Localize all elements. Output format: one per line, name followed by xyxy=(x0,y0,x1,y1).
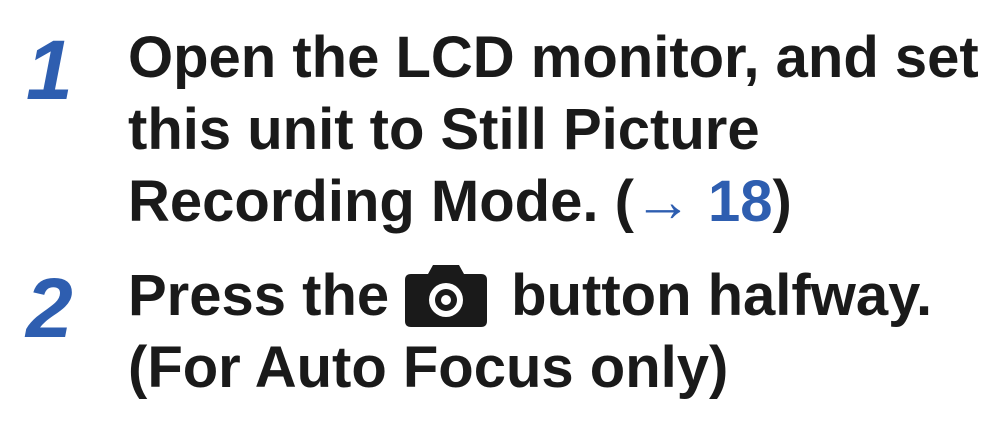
instruction-text: ) xyxy=(772,169,792,234)
instruction-line-with-icon: Press the button halfway. xyxy=(128,260,932,332)
instruction-text: Press the xyxy=(128,263,390,328)
step-number: 2 xyxy=(26,261,73,355)
instruction-text: button halfway. xyxy=(511,263,933,328)
instruction-line: this unit to Still Picture xyxy=(128,97,760,162)
camera-icon xyxy=(403,263,489,329)
instruction-line: Open the LCD monitor, and set xyxy=(128,25,979,90)
instruction-line-with-reference: Recording Mode. (→ 18) xyxy=(128,166,979,238)
step-number: 1 xyxy=(26,23,73,117)
step-instruction: Press the button halfway. (For Auto Focu… xyxy=(128,260,932,404)
instruction-text: Recording Mode. ( xyxy=(128,169,634,234)
instruction-line: (For Auto Focus only) xyxy=(128,335,729,400)
page-reference-link[interactable]: → 18 xyxy=(634,169,773,234)
page-number: 18 xyxy=(708,169,773,234)
arrow-icon: → xyxy=(633,169,692,234)
step-instruction: Open the LCD monitor, and set this unit … xyxy=(128,22,979,238)
